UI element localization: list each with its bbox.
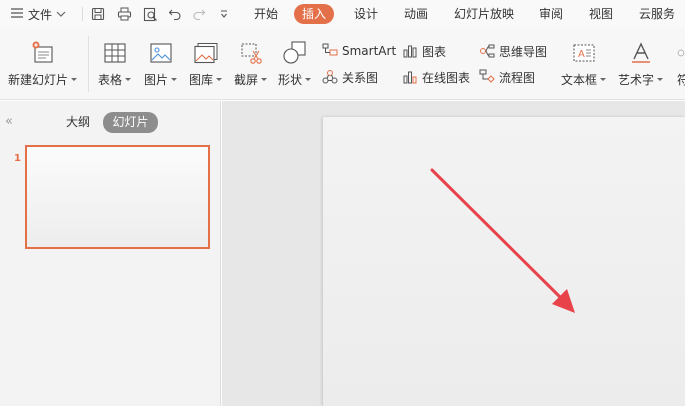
- new-slide-label: 新建幻灯片: [8, 73, 69, 87]
- slide-panel: « 大纲 幻灯片 1: [0, 101, 221, 406]
- symbol-button[interactable]: 符: [677, 40, 685, 88]
- new-slide-button[interactable]: 新建幻灯片: [8, 40, 78, 88]
- online-chart-icon: [402, 69, 418, 85]
- editing-area: [222, 101, 685, 406]
- flowchart-label: 流程图: [499, 70, 536, 85]
- wordart-label: 艺术字: [618, 73, 655, 87]
- tab-slides[interactable]: 幻灯片: [103, 112, 158, 133]
- shapes-label: 形状: [278, 73, 303, 87]
- relation-chart-button[interactable]: 关系图: [322, 68, 378, 86]
- mindmap-icon: [479, 43, 495, 59]
- shapes-button[interactable]: 形状: [278, 40, 312, 88]
- chart-label: 图表: [422, 44, 447, 59]
- picture-label: 图片: [144, 73, 169, 87]
- annotation-arrow: [430, 168, 575, 313]
- chevron-down-icon: [600, 78, 607, 81]
- svg-text:A: A: [578, 49, 585, 60]
- undo-icon[interactable]: [166, 5, 184, 23]
- scissors-icon: [238, 40, 264, 66]
- file-menu[interactable]: 文件: [10, 5, 66, 23]
- textbox-label: 文本框: [561, 73, 598, 87]
- table-icon: [102, 40, 128, 66]
- gallery-label: 图库: [189, 73, 214, 87]
- symbol-label: 符: [677, 73, 685, 87]
- new-slide-icon: [30, 40, 56, 66]
- picture-button[interactable]: 图片: [144, 40, 178, 88]
- mindmap-button[interactable]: 思维导图: [479, 42, 547, 60]
- wordart-icon: [628, 40, 654, 66]
- online-chart-button[interactable]: 在线图表: [402, 68, 470, 86]
- tab-design[interactable]: 设计: [354, 4, 378, 24]
- online-chart-label: 在线图表: [422, 70, 471, 85]
- slide-thumbnail[interactable]: [25, 145, 210, 249]
- menu-bar: 文件 开始 插入 设计 动画 幻灯片放映 审阅 视图 云服务: [0, 0, 685, 28]
- table-label: 表格: [98, 73, 123, 87]
- flowchart-button[interactable]: 流程图: [479, 68, 535, 86]
- slide-number: 1: [14, 153, 21, 164]
- smartart-button[interactable]: SmartArt: [322, 42, 396, 60]
- ribbon-divider: [88, 36, 89, 92]
- mindmap-label: 思维导图: [499, 44, 548, 59]
- gallery-button[interactable]: 图库: [189, 40, 223, 88]
- textbox-button[interactable]: A 文本框: [561, 40, 607, 88]
- screenshot-button[interactable]: 截屏: [234, 40, 268, 88]
- chart-button[interactable]: 图表: [402, 42, 446, 60]
- screenshot-label: 截屏: [234, 73, 259, 87]
- file-menu-label: 文件: [28, 7, 53, 22]
- ribbon: 新建幻灯片 表格 图片 图库 截屏 形状 SmartArt 关系图 图表 在线图…: [0, 28, 685, 100]
- bar-chart-icon: [402, 43, 418, 59]
- menu-divider: [82, 7, 83, 21]
- relation-label: 关系图: [342, 70, 379, 85]
- textbox-icon: A: [571, 40, 597, 66]
- tab-slideshow[interactable]: 幻灯片放映: [454, 4, 514, 24]
- tab-cloud[interactable]: 云服务: [639, 4, 675, 24]
- wordart-button[interactable]: 艺术字: [618, 40, 664, 88]
- customize-toolbar-icon[interactable]: [215, 5, 233, 23]
- chevron-down-icon: [71, 78, 78, 81]
- picture-icon: [148, 40, 174, 66]
- print-icon[interactable]: [115, 5, 133, 23]
- flowchart-icon: [479, 69, 495, 85]
- tab-insert[interactable]: 插入: [294, 4, 335, 24]
- save-icon[interactable]: [89, 5, 107, 23]
- chevron-down-icon: [56, 7, 66, 21]
- tab-outline[interactable]: 大纲: [66, 112, 90, 133]
- collapse-panel-icon[interactable]: «: [2, 114, 16, 129]
- chevron-down-icon: [657, 78, 664, 81]
- chevron-down-icon: [171, 78, 178, 81]
- chevron-down-icon: [216, 78, 223, 81]
- tab-animation[interactable]: 动画: [404, 4, 428, 24]
- tab-start[interactable]: 开始: [254, 4, 278, 24]
- chevron-down-icon: [305, 78, 312, 81]
- smartart-icon: [322, 43, 338, 59]
- smartart-label: SmartArt: [342, 44, 397, 58]
- tab-review[interactable]: 审阅: [539, 4, 563, 24]
- chevron-down-icon: [125, 78, 132, 81]
- tab-view[interactable]: 视图: [589, 4, 613, 24]
- symbol-icon: [677, 40, 685, 66]
- table-button[interactable]: 表格: [98, 40, 132, 88]
- hamburger-icon: [10, 7, 24, 22]
- chevron-down-icon: [261, 78, 268, 81]
- relation-icon: [322, 69, 338, 85]
- shapes-icon: [282, 40, 308, 66]
- gallery-icon: [193, 40, 219, 66]
- redo-icon[interactable]: [190, 5, 208, 23]
- print-preview-icon[interactable]: [141, 5, 159, 23]
